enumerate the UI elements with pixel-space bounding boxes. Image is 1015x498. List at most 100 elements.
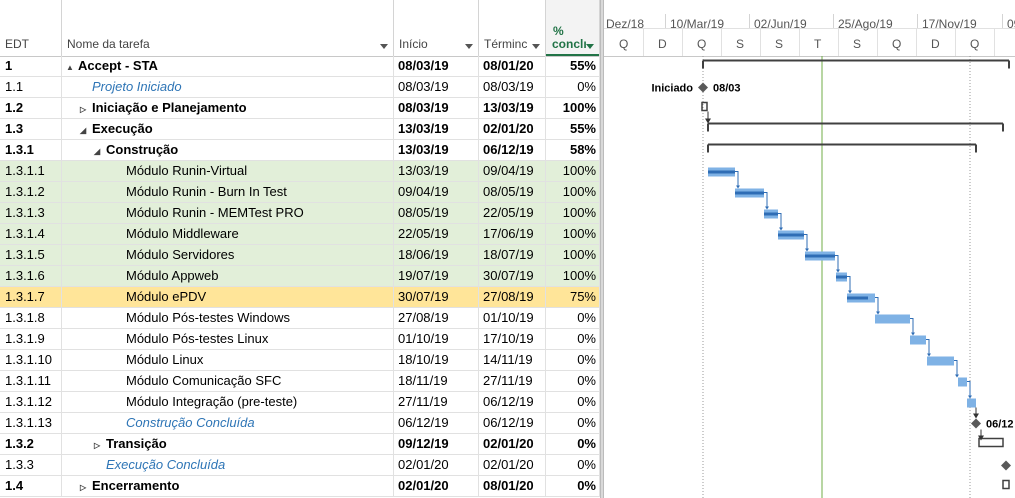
table-row[interactable]: 1.3.1.11 Módulo Comunicação SFC 18/11/19 27…	[0, 371, 600, 392]
cell-percent-complete[interactable]: 55%	[546, 119, 600, 140]
cell-start[interactable]: 19/07/19	[394, 266, 479, 287]
table-row[interactable]: 1.3.1.13 Construção Concluída 06/12/19 06/1…	[0, 413, 600, 434]
cell-finish[interactable]: 08/05/19	[479, 182, 546, 203]
cell-edt[interactable]: 1	[0, 56, 62, 77]
table-row[interactable]: 1.1 Projeto Iniciado 08/03/19 08/03/19 0%	[0, 77, 600, 98]
cell-edt[interactable]: 1.3.1.4	[0, 224, 62, 245]
summary-bar[interactable]	[1002, 479, 1010, 490]
task-bar[interactable]	[910, 335, 926, 345]
table-row[interactable]: 1.3.2 ▷ Transição 09/12/19 02/01/20 0%	[0, 434, 600, 455]
cell-task-name[interactable]: Módulo Servidores	[62, 245, 394, 266]
table-row[interactable]: 1.3.1.6 Módulo Appweb 19/07/19 30/07/19 100%	[0, 266, 600, 287]
cell-finish[interactable]: 02/01/20	[479, 119, 546, 140]
cell-task-name[interactable]: Execução Concluída	[62, 455, 394, 476]
cell-task-name[interactable]: Módulo Middleware	[62, 224, 394, 245]
column-header-percent-complete[interactable]: % conclı	[546, 0, 600, 56]
cell-start[interactable]: 01/10/19	[394, 329, 479, 350]
summary-bar[interactable]	[701, 101, 708, 112]
cell-percent-complete[interactable]: 100%	[546, 161, 600, 182]
cell-percent-complete[interactable]: 0%	[546, 455, 600, 476]
table-row[interactable]: 1.2 ▷ Iniciação e Planejamento 08/03/19 13/0…	[0, 98, 600, 119]
cell-edt[interactable]: 1.1	[0, 77, 62, 98]
cell-percent-complete[interactable]: 55%	[546, 56, 600, 77]
cell-task-name[interactable]: Módulo Integração (pre-teste)	[62, 392, 394, 413]
cell-finish[interactable]: 01/10/19	[479, 308, 546, 329]
cell-start[interactable]: 18/06/19	[394, 245, 479, 266]
cell-edt[interactable]: 1.4	[0, 476, 62, 497]
cell-task-name[interactable]: Módulo Linux	[62, 350, 394, 371]
collapse-icon[interactable]: ▲	[66, 58, 78, 77]
cell-task-name[interactable]: Módulo Appweb	[62, 266, 394, 287]
chevron-down-icon[interactable]	[380, 44, 388, 49]
cell-edt[interactable]: 1.3.1	[0, 140, 62, 161]
table-row[interactable]: 1.3.1 ◢ Construção 13/03/19 06/12/19 58%	[0, 140, 600, 161]
table-row[interactable]: 1.3.3 Execução Concluída 02/01/20 02/01/20 0…	[0, 455, 600, 476]
column-header-start[interactable]: Início	[394, 0, 479, 56]
cell-task-name[interactable]: Módulo Runin - Burn In Test	[62, 182, 394, 203]
cell-start[interactable]: 02/01/20	[394, 476, 479, 497]
cell-task-name[interactable]: Construção Concluída	[62, 413, 394, 434]
table-row[interactable]: 1.3.1.8 Módulo Pós-testes Windows 27/08/19…	[0, 308, 600, 329]
cell-start[interactable]: 13/03/19	[394, 140, 479, 161]
cell-start[interactable]: 09/12/19	[394, 434, 479, 455]
cell-finish[interactable]: 02/01/20	[479, 455, 546, 476]
table-row[interactable]: 1.4 ▷ Encerramento 02/01/20 08/01/20 0%	[0, 476, 600, 497]
cell-finish[interactable]: 06/12/19	[479, 392, 546, 413]
cell-finish[interactable]: 08/03/19	[479, 77, 546, 98]
cell-start[interactable]: 27/11/19	[394, 392, 479, 413]
cell-percent-complete[interactable]: 100%	[546, 224, 600, 245]
cell-percent-complete[interactable]: 0%	[546, 329, 600, 350]
milestone-diamond[interactable]	[698, 82, 708, 93]
expand-icon[interactable]: ▷	[80, 478, 92, 497]
cell-start[interactable]: 08/03/19	[394, 77, 479, 98]
cell-percent-complete[interactable]: 0%	[546, 371, 600, 392]
cell-finish[interactable]: 30/07/19	[479, 266, 546, 287]
cell-edt[interactable]: 1.3.3	[0, 455, 62, 476]
cell-edt[interactable]: 1.3.1.3	[0, 203, 62, 224]
cell-edt[interactable]: 1.3.1.12	[0, 392, 62, 413]
table-row[interactable]: 1.3.1.10 Módulo Linux 18/10/19 14/11/19 0%	[0, 350, 600, 371]
cell-task-name[interactable]: ◢ Execução	[62, 119, 394, 140]
task-bar[interactable]	[967, 398, 976, 408]
table-row[interactable]: 1 ▲ Accept - STA 08/03/19 08/01/20 55%	[0, 56, 600, 77]
cell-start[interactable]: 18/11/19	[394, 371, 479, 392]
cell-start[interactable]: 13/03/19	[394, 161, 479, 182]
expand-icon[interactable]: ▷	[94, 436, 106, 455]
cell-edt[interactable]: 1.3.1.2	[0, 182, 62, 203]
collapse-icon[interactable]: ◢	[80, 121, 92, 140]
cell-task-name[interactable]: Módulo ePDV	[62, 287, 394, 308]
table-row[interactable]: 1.3 ◢ Execução 13/03/19 02/01/20 55%	[0, 119, 600, 140]
cell-finish[interactable]: 14/11/19	[479, 350, 546, 371]
column-header-edt[interactable]: EDT	[0, 0, 62, 56]
task-bar[interactable]	[927, 356, 954, 366]
cell-finish[interactable]: 02/01/20	[479, 434, 546, 455]
table-row[interactable]: 1.3.1.12 Módulo Integração (pre-teste) 27/…	[0, 392, 600, 413]
column-header-name[interactable]: Nome da tarefa	[62, 0, 394, 56]
cell-task-name[interactable]: Projeto Iniciado	[62, 77, 394, 98]
cell-task-name[interactable]: ▷ Transição	[62, 434, 394, 455]
cell-percent-complete[interactable]: 100%	[546, 98, 600, 119]
cell-start[interactable]: 30/07/19	[394, 287, 479, 308]
cell-start[interactable]: 08/03/19	[394, 98, 479, 119]
column-header-finish[interactable]: Términc	[479, 0, 546, 56]
cell-task-name[interactable]: Módulo Runin - MEMTest PRO	[62, 203, 394, 224]
cell-percent-complete[interactable]: 100%	[546, 203, 600, 224]
table-row[interactable]: 1.3.1.9 Módulo Pós-testes Linux 01/10/19 17…	[0, 329, 600, 350]
cell-finish[interactable]: 08/01/20	[479, 476, 546, 497]
cell-edt[interactable]: 1.3.1.7	[0, 287, 62, 308]
cell-percent-complete[interactable]: 0%	[546, 392, 600, 413]
expand-icon[interactable]: ▷	[80, 100, 92, 119]
cell-edt[interactable]: 1.3.1.8	[0, 308, 62, 329]
cell-start[interactable]: 08/03/19	[394, 56, 479, 77]
cell-edt[interactable]: 1.3.2	[0, 434, 62, 455]
cell-task-name[interactable]: ▷ Encerramento	[62, 476, 394, 497]
cell-percent-complete[interactable]: 100%	[546, 266, 600, 287]
task-bar[interactable]	[958, 377, 967, 387]
cell-finish[interactable]: 06/12/19	[479, 413, 546, 434]
cell-finish[interactable]: 27/08/19	[479, 287, 546, 308]
table-row[interactable]: 1.3.1.5 Módulo Servidores 18/06/19 18/07/19…	[0, 245, 600, 266]
cell-finish[interactable]: 13/03/19	[479, 98, 546, 119]
task-bar[interactable]	[875, 314, 910, 324]
cell-finish[interactable]: 17/06/19	[479, 224, 546, 245]
cell-task-name[interactable]: ◢ Construção	[62, 140, 394, 161]
